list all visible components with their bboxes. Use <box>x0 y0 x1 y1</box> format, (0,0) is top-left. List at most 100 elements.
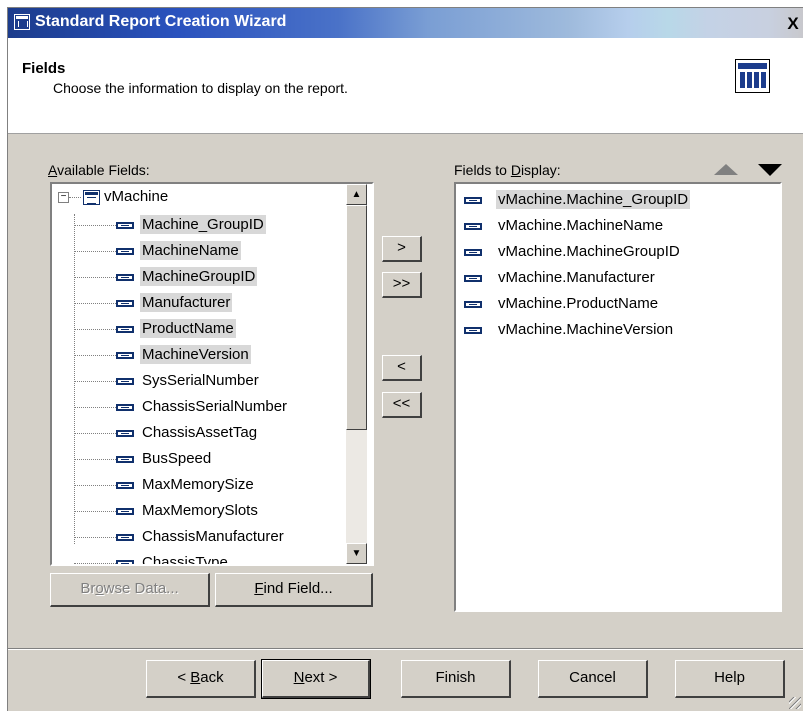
tree-connector <box>74 381 118 382</box>
list-item[interactable]: vMachine.Machine_GroupID <box>462 188 762 213</box>
tree-item[interactable]: Manufacturer <box>52 292 352 314</box>
next-button[interactable]: Next > <box>261 659 371 699</box>
field-icon <box>116 560 134 564</box>
field-icon <box>464 223 482 230</box>
wizard-header: Fields Choose the information to display… <box>8 38 803 134</box>
list-item[interactable]: vMachine.Manufacturer <box>462 266 762 291</box>
field-icon <box>116 404 134 411</box>
tree-item[interactable]: BusSpeed <box>52 448 352 470</box>
finish-button[interactable]: Finish <box>401 660 511 698</box>
help-button[interactable]: Help <box>675 660 785 698</box>
tree-connector <box>74 407 118 408</box>
fields-to-display-list[interactable]: vMachine.Machine_GroupID vMachine.Machine… <box>454 182 782 612</box>
field-icon <box>464 197 482 204</box>
page-title: Fields <box>22 60 66 77</box>
field-icon <box>116 352 134 359</box>
resize-grip[interactable] <box>789 697 801 709</box>
table-icon <box>83 190 100 205</box>
list-item[interactable]: vMachine.MachineGroupID <box>462 240 762 265</box>
field-icon <box>116 326 134 333</box>
field-icon <box>464 301 482 308</box>
remove-all-fields-button[interactable]: << <box>382 392 422 418</box>
tree-connector <box>74 459 118 460</box>
cancel-button[interactable]: Cancel <box>538 660 648 698</box>
window-icon <box>14 14 30 30</box>
add-field-button[interactable]: > <box>382 236 422 262</box>
add-all-fields-button[interactable]: >> <box>382 272 422 298</box>
tree-connector <box>74 329 118 330</box>
list-item-label: vMachine.MachineGroupID <box>498 243 680 260</box>
tree-item-label: SysSerialNumber <box>142 372 259 389</box>
tree-connector <box>74 251 118 252</box>
field-icon <box>116 248 134 255</box>
scroll-thumb[interactable] <box>346 205 367 430</box>
tree-item[interactable]: SysSerialNumber <box>52 370 352 392</box>
tree-item[interactable]: MachineGroupID <box>52 266 352 288</box>
available-fields-tree[interactable]: − vMachine Machine_GroupID MachineName Mac… <box>50 182 374 566</box>
tree-item-label: Machine_GroupID <box>140 215 266 234</box>
scroll-up-button[interactable]: ▲ <box>346 184 367 205</box>
list-item-label: vMachine.ProductName <box>498 295 659 312</box>
field-icon <box>116 378 134 385</box>
field-icon <box>464 249 482 256</box>
list-item[interactable]: vMachine.MachineVersion <box>462 318 762 343</box>
field-icon <box>116 222 134 229</box>
window-title: Standard Report Creation Wizard <box>35 13 287 30</box>
tree-item-label: ChassisSerialNumber <box>142 398 288 415</box>
field-icon <box>116 508 134 515</box>
list-item-label: vMachine.Machine_GroupID <box>496 190 691 209</box>
table-icon <box>735 59 770 93</box>
tree-item-label: ChassisManufacturer <box>142 528 284 545</box>
field-icon <box>116 300 134 307</box>
collapse-icon[interactable]: − <box>58 192 69 203</box>
tree-item[interactable]: MachineVersion <box>52 344 352 366</box>
list-item[interactable]: vMachine.ProductName <box>462 292 762 317</box>
tree-item-label: BusSpeed <box>142 450 212 467</box>
triangle-up-icon[interactable] <box>714 164 738 175</box>
tree-item[interactable]: ChassisAssetTag <box>52 422 352 444</box>
tree-item-label: MachineName <box>140 241 241 260</box>
tree-item[interactable]: ProductName <box>52 318 352 340</box>
title-bar[interactable]: Standard Report Creation Wizard X <box>8 8 803 38</box>
tree-item-label: MaxMemorySize <box>142 476 254 493</box>
available-fields-label: Available Fields: <box>48 162 150 178</box>
list-item-label: vMachine.MachineVersion <box>498 321 674 338</box>
tree-connector <box>74 433 118 434</box>
tree-item[interactable]: ChassisType <box>52 552 352 566</box>
remove-field-button[interactable]: < <box>382 355 422 381</box>
tree-item-label: MachineGroupID <box>140 267 258 286</box>
tree-item-label: ChassisType <box>142 554 228 566</box>
tree-root-vmachine[interactable]: − vMachine <box>58 188 258 210</box>
tree-connector <box>74 355 118 356</box>
tree-item[interactable]: MaxMemorySlots <box>52 500 352 522</box>
tree-connector <box>74 511 118 512</box>
fields-to-display-label: Fields to Display: <box>454 162 561 178</box>
tree-item-label: MachineVersion <box>140 345 251 364</box>
tree-connector <box>74 225 118 226</box>
find-field-button[interactable]: Find Field... <box>215 573 373 607</box>
field-icon <box>116 482 134 489</box>
tree-item[interactable]: ChassisManufacturer <box>52 526 352 548</box>
back-button[interactable]: < Back <box>146 660 256 698</box>
list-item[interactable]: vMachine.MachineName <box>462 214 762 239</box>
list-item-label: vMachine.Manufacturer <box>498 269 655 286</box>
scroll-down-button[interactable]: ▼ <box>346 543 367 564</box>
close-button[interactable]: X <box>783 14 803 34</box>
tree-connector <box>74 537 118 538</box>
tree-item[interactable]: MachineName <box>52 240 352 262</box>
tree-item-label: ProductName <box>140 319 236 338</box>
tree-item[interactable]: Machine_GroupID <box>52 214 352 236</box>
field-icon <box>116 456 134 463</box>
tree-connector <box>74 277 118 278</box>
browse-data-button[interactable]: Browse Data... <box>50 573 210 607</box>
tree-connector <box>74 563 118 564</box>
field-icon <box>116 534 134 541</box>
available-fields-scrollbar[interactable]: ▲ ▼ <box>346 184 367 564</box>
tree-item[interactable]: ChassisSerialNumber <box>52 396 352 418</box>
tree-connector <box>74 303 118 304</box>
field-icon <box>116 430 134 437</box>
triangle-down-icon[interactable] <box>758 164 782 176</box>
field-icon <box>464 327 482 334</box>
field-icon <box>464 275 482 282</box>
tree-item[interactable]: MaxMemorySize <box>52 474 352 496</box>
